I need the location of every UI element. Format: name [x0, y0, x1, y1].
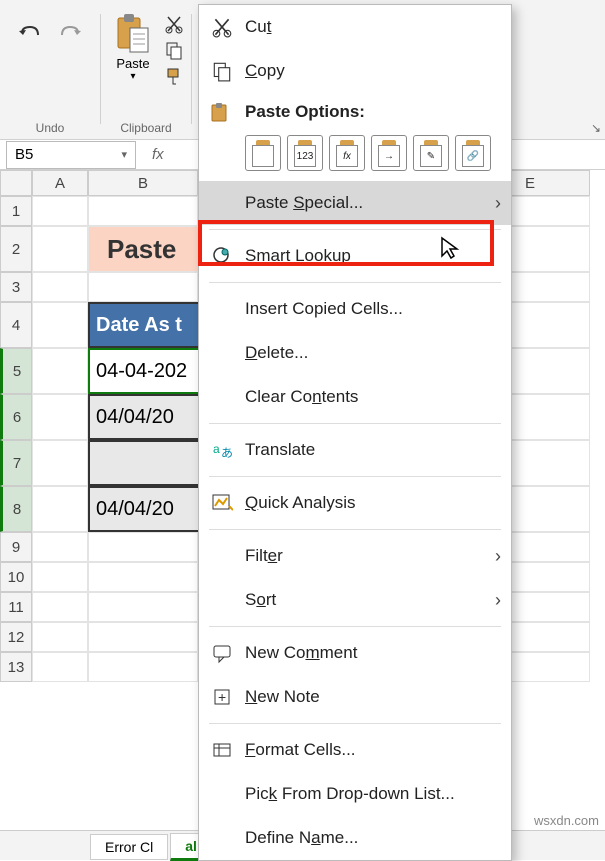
row-header[interactable]: 12 [0, 622, 32, 652]
ctx-delete[interactable]: Delete... [199, 331, 511, 375]
svg-text:あ: あ [221, 446, 233, 460]
note-icon: + [209, 684, 235, 710]
chevron-right-icon: › [495, 546, 501, 567]
ctx-copy[interactable]: Copy [199, 49, 511, 93]
ctx-translate[interactable]: aあ Translate [199, 428, 511, 472]
clipboard-group: Paste ▾ Clipboard [101, 8, 191, 139]
paste-opt-formatting[interactable]: ✎ [413, 135, 449, 171]
paste-opt-formulas[interactable]: fx [329, 135, 365, 171]
paste-icon [114, 12, 152, 56]
paste-opt-transpose[interactable]: → [371, 135, 407, 171]
chevron-right-icon: › [495, 590, 501, 611]
svg-text:+: + [218, 689, 226, 705]
paste-button[interactable]: Paste ▾ [108, 8, 158, 86]
paste-dropdown-icon[interactable]: ▾ [130, 71, 135, 82]
row-header[interactable]: 9 [0, 532, 32, 562]
ctx-label: Delete... [245, 343, 308, 363]
cut-icon [209, 14, 235, 40]
ctx-format-cells[interactable]: Format Cells... [199, 728, 511, 772]
sheet-tab[interactable]: Error Cl [90, 834, 168, 860]
copy-icon [209, 58, 235, 84]
name-box-dropdown-icon[interactable]: ▾ [121, 148, 127, 161]
svg-text:a: a [213, 442, 220, 456]
col-header[interactable]: A [32, 170, 88, 196]
ctx-smart-lookup[interactable]: Smart Lookup [199, 234, 511, 278]
paste-opt-link[interactable]: 🔗 [455, 135, 491, 171]
row-header[interactable]: 6 [0, 394, 32, 440]
ctx-label: Copy [245, 61, 285, 81]
quick-analysis-icon [209, 490, 235, 516]
cursor-icon [440, 236, 460, 260]
row-header[interactable]: 11 [0, 592, 32, 622]
undo-button[interactable] [10, 18, 48, 48]
paste-options-row: 123 fx → ✎ 🔗 [199, 131, 511, 181]
name-box[interactable]: B5 ▾ [6, 141, 136, 169]
ctx-label: Translate [245, 440, 315, 460]
format-cells-icon [209, 737, 235, 763]
undo-group: Undo [0, 8, 100, 139]
ctx-label: Filter [245, 546, 283, 566]
paste-opt-all[interactable] [245, 135, 281, 171]
ctx-label: Sort [245, 590, 276, 610]
format-painter-icon[interactable] [164, 66, 184, 86]
ctx-label: Insert Copied Cells... [245, 299, 403, 319]
ctx-clear-contents[interactable]: Clear Contents [199, 375, 511, 419]
ctx-new-comment[interactable]: New Comment [199, 631, 511, 675]
clipboard-icon [209, 101, 231, 123]
row-header[interactable]: 5 [0, 348, 32, 394]
paste-opt-values[interactable]: 123 [287, 135, 323, 171]
ctx-pick-list[interactable]: Pick From Drop-down List... [199, 772, 511, 816]
row-header[interactable]: 1 [0, 196, 32, 226]
ctx-insert-copied[interactable]: Insert Copied Cells... [199, 287, 511, 331]
select-all-corner[interactable] [0, 170, 32, 196]
row-header[interactable]: 7 [0, 440, 32, 486]
chevron-right-icon: › [495, 193, 501, 214]
redo-button[interactable] [52, 18, 90, 48]
copy-icon[interactable] [164, 40, 184, 60]
ctx-filter[interactable]: Filter › [199, 534, 511, 578]
font-dialog-launcher-icon[interactable]: ↘ [591, 121, 601, 135]
col-header[interactable]: B [88, 170, 198, 196]
fx-icon[interactable]: fx [152, 146, 164, 163]
paste-label: Paste [116, 56, 149, 71]
ctx-label: New Note [245, 687, 320, 707]
ctx-label: Clear Contents [245, 387, 358, 407]
ctx-label: Cut [245, 17, 271, 37]
name-box-value: B5 [15, 146, 33, 163]
ctx-label: Define Name... [245, 828, 358, 848]
ctx-label: Smart Lookup [245, 246, 351, 266]
ctx-define-name[interactable]: Define Name... [199, 816, 511, 860]
ctx-quick-analysis[interactable]: Quick Analysis [199, 481, 511, 525]
row-header[interactable]: 8 [0, 486, 32, 532]
row-header[interactable]: 2 [0, 226, 32, 272]
ctx-label: New Comment [245, 643, 357, 663]
ctx-paste-options-header: Paste Options: [199, 93, 511, 131]
ctx-label: Pick From Drop-down List... [245, 784, 455, 804]
watermark: wsxdn.com [534, 813, 599, 828]
undo-group-label: Undo [36, 117, 65, 139]
ctx-sort[interactable]: Sort › [199, 578, 511, 622]
cut-icon[interactable] [164, 14, 184, 34]
row-header[interactable]: 13 [0, 652, 32, 682]
ctx-cut[interactable]: Cut [199, 5, 511, 49]
context-menu: Cut Copy Paste Options: 123 fx → ✎ 🔗 Pas… [198, 4, 512, 861]
comment-icon [209, 640, 235, 666]
row-header[interactable]: 3 [0, 272, 32, 302]
ctx-label: Paste Special... [245, 193, 363, 213]
ctx-label: Format Cells... [245, 740, 356, 760]
smart-lookup-icon [209, 243, 235, 269]
ctx-new-note[interactable]: + New Note [199, 675, 511, 719]
ctx-label: Paste Options: [245, 102, 365, 122]
row-header[interactable]: 10 [0, 562, 32, 592]
ctx-paste-special[interactable]: Paste Special... › [199, 181, 511, 225]
row-header[interactable]: 4 [0, 302, 32, 348]
translate-icon: aあ [209, 437, 235, 463]
clipboard-group-label: Clipboard [120, 117, 171, 139]
ctx-label: Quick Analysis [245, 493, 356, 513]
